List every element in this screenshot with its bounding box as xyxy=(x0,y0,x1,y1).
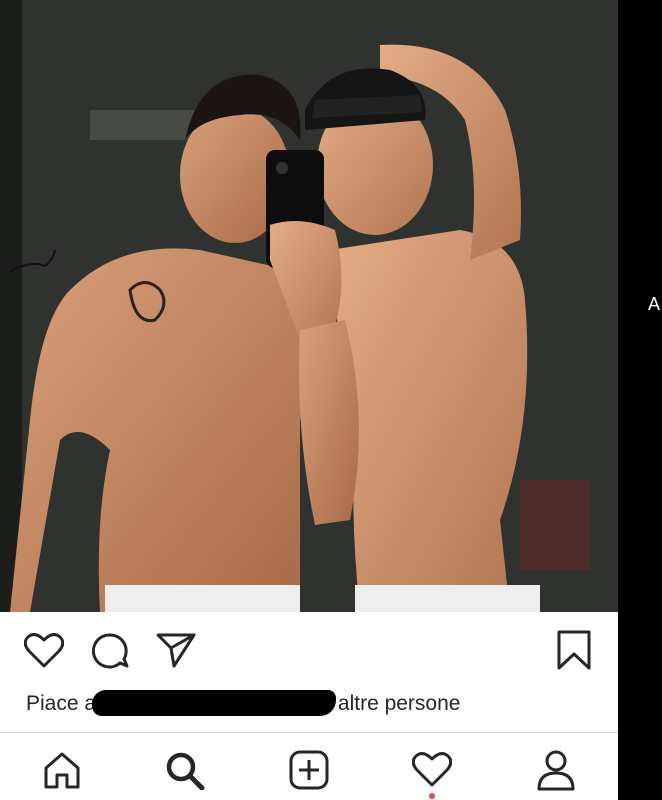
side-letter: A xyxy=(648,294,661,314)
new-post-icon[interactable] xyxy=(289,750,329,795)
activity-icon[interactable] xyxy=(411,751,453,792)
likes-summary[interactable]: Piace a altre persone xyxy=(26,690,460,716)
instagram-post-screen: Piace a altre persone xyxy=(0,0,618,800)
bookmark-icon[interactable] xyxy=(556,630,592,675)
comment-icon[interactable] xyxy=(90,632,130,675)
heart-icon[interactable] xyxy=(23,632,65,673)
search-icon[interactable] xyxy=(164,750,206,795)
activity-notification-dot xyxy=(429,793,435,799)
redaction-scribble xyxy=(92,690,337,716)
likes-suffix: altre persone xyxy=(337,692,461,715)
post-photo-illustration xyxy=(0,0,618,612)
bottom-tab-bar xyxy=(0,733,618,800)
next-post-edge xyxy=(618,0,662,800)
likes-prefix: Piace a xyxy=(26,692,97,715)
post-action-bar xyxy=(0,612,618,682)
direct-share-icon[interactable] xyxy=(156,632,196,673)
post-photo[interactable] xyxy=(0,0,618,612)
profile-icon[interactable] xyxy=(536,749,576,796)
home-icon[interactable] xyxy=(42,751,82,794)
